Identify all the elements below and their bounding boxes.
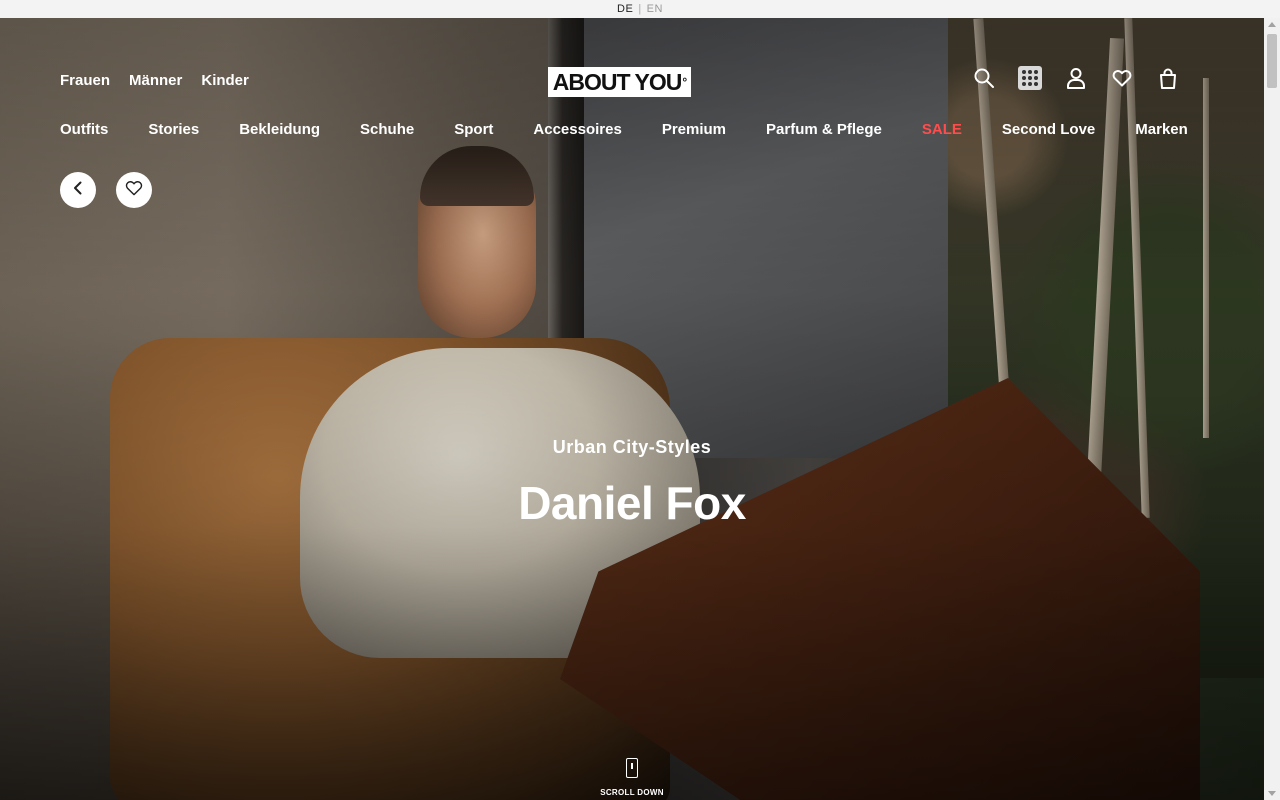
scroll-down-button[interactable]: SCROLL DOWN: [0, 758, 1264, 797]
nav-sale[interactable]: SALE: [922, 121, 962, 138]
chevron-left-icon: [73, 181, 83, 200]
heart-outline-icon: [125, 180, 143, 201]
logo-text: ABOUT YOU: [552, 68, 683, 95]
nav-bekleidung[interactable]: Bekleidung: [239, 121, 320, 138]
logo[interactable]: ABOUT YOU °: [548, 67, 691, 97]
back-button[interactable]: [60, 172, 96, 208]
logo-mark: °: [682, 75, 687, 89]
user-icon[interactable]: [1064, 66, 1088, 90]
scrollbar-thumb[interactable]: [1267, 34, 1277, 88]
scroll-down-arrow-icon[interactable]: [1268, 791, 1276, 796]
nav-kinder[interactable]: Kinder: [201, 72, 249, 89]
header-actions: [972, 66, 1202, 90]
phone-scroll-icon: [626, 758, 638, 778]
hero-title: Daniel Fox: [518, 477, 746, 529]
hero-subtitle: Urban City-Styles: [552, 437, 712, 457]
favorite-button[interactable]: [116, 172, 152, 208]
nav-premium[interactable]: Premium: [662, 121, 726, 138]
lang-en-link[interactable]: EN: [647, 3, 663, 15]
nav-sport[interactable]: Sport: [454, 121, 493, 138]
lang-separator: |: [638, 3, 642, 15]
nav-parfum-pflege[interactable]: Parfum & Pflege: [766, 121, 882, 138]
scroll-down-label: SCROLL DOWN: [600, 788, 664, 797]
nav-accessoires[interactable]: Accessoires: [533, 121, 621, 138]
page-scrollbar[interactable]: [1264, 18, 1280, 800]
nav-second-love[interactable]: Second Love: [1002, 121, 1095, 138]
nav-stories[interactable]: Stories: [148, 121, 199, 138]
shopping-bag-icon[interactable]: [1156, 66, 1180, 90]
nav-marken[interactable]: Marken: [1135, 121, 1188, 138]
language-bar: DE | EN: [0, 0, 1280, 18]
lang-de-link[interactable]: DE: [617, 3, 633, 15]
nav-outfits[interactable]: Outfits: [60, 121, 108, 138]
apps-grid-icon[interactable]: [1018, 66, 1042, 90]
search-icon[interactable]: [972, 66, 996, 90]
gender-nav: Frauen Männer Kinder: [60, 72, 249, 89]
category-nav: Outfits Stories Bekleidung Schuhe Sport …: [60, 121, 1228, 138]
scroll-up-arrow-icon[interactable]: [1268, 22, 1276, 27]
nav-schuhe[interactable]: Schuhe: [360, 121, 414, 138]
nav-maenner[interactable]: Männer: [129, 72, 182, 89]
heart-icon[interactable]: [1110, 66, 1134, 90]
nav-frauen[interactable]: Frauen: [60, 72, 110, 89]
